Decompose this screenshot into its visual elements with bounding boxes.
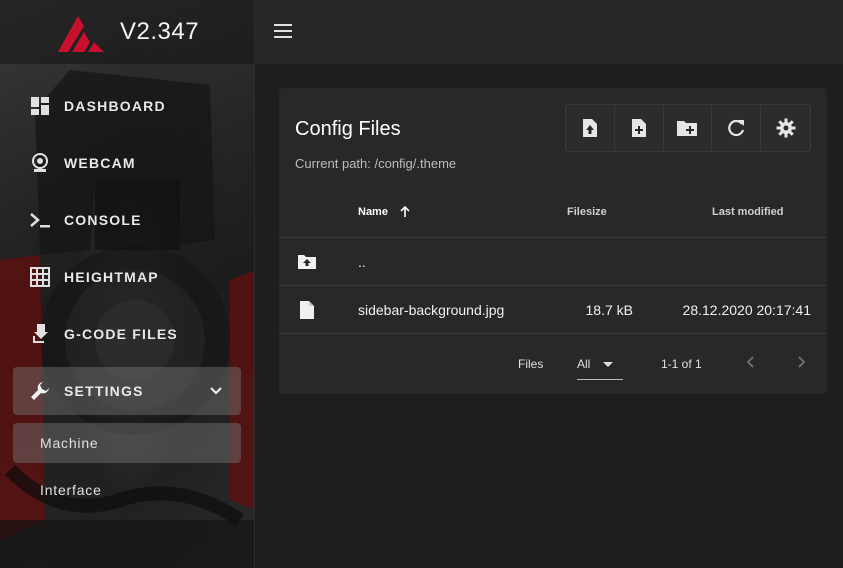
file-name: .. xyxy=(358,254,366,270)
file-download-icon xyxy=(29,323,51,345)
file-toolbar xyxy=(565,104,811,152)
per-page-label: Files xyxy=(518,357,544,371)
nav-console[interactable]: CONSOLE xyxy=(13,196,241,244)
dashboard-icon xyxy=(29,95,51,117)
nav-label: SETTINGS xyxy=(64,383,144,399)
nav-label: DASHBOARD xyxy=(64,98,166,114)
file-icon xyxy=(300,301,314,319)
nav-settings[interactable]: SETTINGS xyxy=(13,367,241,415)
nav-label: WEBCAM xyxy=(64,155,136,171)
nav-label: CONSOLE xyxy=(64,212,142,228)
add-file-button[interactable] xyxy=(615,105,664,151)
card-title: Config Files xyxy=(295,118,401,140)
divider xyxy=(279,333,827,334)
refresh-icon xyxy=(728,119,745,137)
settings-button[interactable] xyxy=(761,105,810,151)
nav-label: G-CODE FILES xyxy=(64,326,178,342)
add-file-icon xyxy=(631,119,646,137)
file-modified: 28.12.2020 20:17:41 xyxy=(682,302,811,318)
sub-item-interface[interactable]: Interface xyxy=(13,470,241,510)
gear-icon xyxy=(776,118,796,138)
refresh-button[interactable] xyxy=(712,105,762,151)
previous-page-button[interactable] xyxy=(742,353,760,371)
next-page-button[interactable] xyxy=(792,353,810,371)
chevron-down-icon[interactable] xyxy=(209,384,223,398)
per-page-value: All xyxy=(577,357,591,371)
add-folder-icon xyxy=(677,121,698,136)
add-folder-button[interactable] xyxy=(664,105,713,151)
top-app-bar xyxy=(255,0,843,64)
nav-webcam[interactable]: WEBCAM xyxy=(13,139,241,187)
nav-gcode-files[interactable]: G-CODE FILES xyxy=(13,310,241,358)
logo-bar: V2.347 xyxy=(0,0,254,64)
file-size: 18.7 kB xyxy=(585,302,633,318)
grid-icon xyxy=(29,266,51,288)
caret-down-icon xyxy=(603,362,613,367)
column-header-filesize[interactable]: Filesize xyxy=(567,206,607,218)
wrench-icon xyxy=(29,380,51,402)
sidebar: V2.347 DASHBOARD WEBCAM CONSOLE HEIGHTMA… xyxy=(0,0,255,568)
config-files-card: Config Files Current path: /config/.them… xyxy=(279,88,827,394)
sub-item-label: Machine xyxy=(40,435,99,451)
upload-file-button[interactable] xyxy=(566,105,615,151)
per-page-select[interactable]: All xyxy=(577,350,623,380)
table-row[interactable]: .. xyxy=(279,238,827,286)
file-name: sidebar-background.jpg xyxy=(358,302,505,318)
current-path: Current path: /config/.theme xyxy=(295,156,457,171)
console-icon xyxy=(29,209,51,231)
nav-heightmap[interactable]: HEIGHTMAP xyxy=(13,253,241,301)
folder-up-icon xyxy=(298,255,316,269)
table-row[interactable]: sidebar-background.jpg 18.7 kB 28.12.202… xyxy=(279,286,827,334)
pagination-range: 1-1 of 1 xyxy=(661,357,702,371)
hamburger-icon[interactable] xyxy=(274,24,292,38)
voron-logo xyxy=(58,16,104,52)
upload-file-icon xyxy=(582,119,597,137)
sub-item-machine[interactable]: Machine xyxy=(13,423,241,463)
app-version: V2.347 xyxy=(120,18,200,45)
sub-item-label: Interface xyxy=(40,482,102,498)
column-header-name[interactable]: Name xyxy=(358,206,388,218)
nav-dashboard[interactable]: DASHBOARD xyxy=(13,82,241,130)
webcam-icon xyxy=(29,152,51,174)
column-header-last-modified[interactable]: Last modified xyxy=(712,206,784,218)
sort-ascending-icon[interactable] xyxy=(398,205,412,219)
nav-label: HEIGHTMAP xyxy=(64,269,159,285)
